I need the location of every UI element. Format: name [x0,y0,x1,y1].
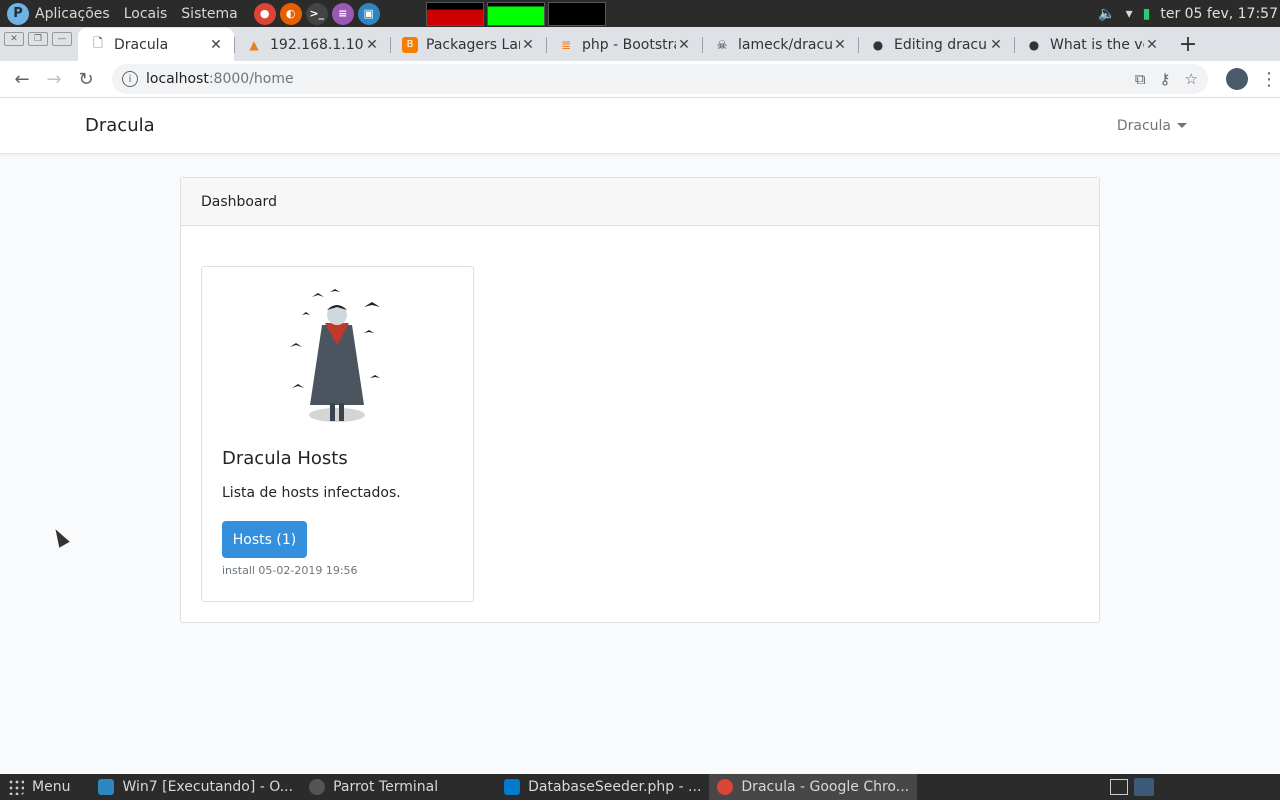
hosts-card: Dracula Hosts Lista de hosts infectados.… [201,266,474,602]
address-bar[interactable]: i localhost:8000/home ⧉ ⚷ ☆ [112,64,1208,94]
tab-dracula[interactable]: 🗋 Dracula ✕ [78,28,234,61]
wifi-icon[interactable]: ▾ [1126,6,1133,22]
system-top-bar: P Aplicações Locais Sistema ● ◐ >_ ≡ ▣ 🔈… [0,0,1280,27]
close-icon[interactable]: ✕ [520,37,536,53]
task-win7[interactable]: Win7 [Executando] - O... [90,774,301,800]
grid-icon [8,779,24,795]
parrot-logo-icon[interactable]: P [7,2,29,25]
card-text: Lista de hosts infectados. [222,485,401,501]
terminal-icon [309,779,326,795]
tab-label: php - Bootstra [582,36,676,53]
tab-packagers[interactable]: B Packagers Lar ✕ [390,28,546,61]
user-dropdown-label: Dracula [1116,117,1171,134]
vhost-icon: ▲ [249,37,259,52]
clock[interactable]: ter 05 fev, 17:57 [1160,6,1278,22]
keyboard-icon[interactable] [1110,779,1128,795]
star-icon[interactable]: ☆ [1185,70,1198,88]
vscode-icon [504,779,521,795]
tab-stackoverflow[interactable]: ≣ php - Bootstra ✕ [546,28,702,61]
taskbar-menu-label: Menu [32,779,71,795]
menu-aplicacoes[interactable]: Aplicações [35,6,110,22]
github-icon: ● [1028,37,1040,52]
task-label: Dracula - Google Chro... [741,779,910,795]
more-menu-icon[interactable]: ⋮ [1260,69,1278,90]
tab-label: 192.168.1.102 [270,36,364,53]
close-icon[interactable]: ✕ [676,37,692,53]
tab-label: What is the ve [1050,36,1144,53]
stackoverflow-icon: ≣ [560,37,572,52]
url-host: localhost [146,71,209,87]
new-tab-button[interactable]: + [1170,28,1206,61]
firefox-icon[interactable]: ◐ [279,2,302,25]
hosts-button[interactable]: Hosts (1) [222,521,307,558]
close-icon[interactable]: ✕ [832,37,848,53]
battery-icon[interactable]: ▮ [1143,6,1151,22]
reload-icon[interactable]: ↻ [70,63,102,95]
app-brand[interactable]: Dracula [85,115,155,136]
panel-title: Dashboard [181,178,1099,226]
install-date: install 05-02-2019 19:56 [222,564,358,577]
back-icon[interactable]: ← [6,63,38,95]
menu-sistema[interactable]: Sistema [181,6,237,22]
tab-label: Packagers Lar [426,36,520,53]
tab-github-what[interactable]: ● What is the ve ✕ [1014,28,1170,61]
cpu-graph [425,1,484,26]
browser-tab-strip: ✕ ❐ — 🗋 Dracula ✕ ▲ 192.168.1.102 ✕ B Pa… [0,27,1280,61]
memory-graph [486,1,545,26]
window-close-icon[interactable]: ✕ [4,32,24,46]
tab-label: lameck/dracul [738,36,832,53]
user-dropdown[interactable]: Dracula [1117,118,1187,134]
task-label: Parrot Terminal [333,779,439,795]
gitlab-icon: ☠ [716,37,728,52]
close-icon[interactable]: ✕ [988,37,1004,53]
taskbar-menu-button[interactable]: Menu [0,774,78,800]
tab-vhost[interactable]: ▲ 192.168.1.102 ✕ [234,28,390,61]
close-icon[interactable]: ✕ [364,37,380,53]
browser-toolbar: ← → ↻ i localhost:8000/home ⧉ ⚷ ☆ ⋮ [0,61,1280,98]
task-label: DatabaseSeeder.php - ... [528,779,702,795]
close-icon[interactable]: ✕ [1144,37,1160,53]
card-title: Dracula Hosts [222,448,348,469]
blogger-icon: B [402,36,418,53]
info-icon[interactable]: i [122,71,138,87]
translate-icon[interactable]: ⧉ [1135,70,1146,88]
key-icon[interactable]: ⚷ [1160,70,1171,88]
task-label: Win7 [Executando] - O... [122,779,294,795]
profile-avatar[interactable] [1226,68,1248,90]
web-page: Dracula Dracula Dashboard Dracula Hosts … [0,98,1280,774]
virtualbox-icon[interactable]: ▣ [357,2,380,25]
chrome-icon[interactable]: ● [253,2,276,25]
task-terminal[interactable]: Parrot Terminal [301,774,446,800]
app-navbar: Dracula Dracula [0,98,1280,154]
taskbar: Menu Win7 [Executando] - O... Parrot Ter… [0,774,1280,800]
text-editor-icon[interactable]: ≡ [331,2,354,25]
task-chrome[interactable]: Dracula - Google Chro... [709,774,918,800]
mouse-cursor [50,526,70,548]
task-vscode[interactable]: DatabaseSeeder.php - ... [496,774,709,800]
tab-github-edit[interactable]: ● Editing dracul ✕ [858,28,1014,61]
url-path: :8000/home [208,71,294,87]
terminal-icon[interactable]: >_ [305,2,328,25]
network-graph [547,1,606,26]
dashboard-panel: Dashboard Dracula Hosts Lista de hosts i… [180,177,1100,623]
tab-label: Editing dracul [894,36,988,53]
page-icon: 🗋 [93,36,103,50]
virtualbox-icon [98,779,115,795]
tab-gitlab[interactable]: ☠ lameck/dracul ✕ [702,28,858,61]
window-restore-icon[interactable]: ❐ [28,32,48,46]
window-minimize-icon[interactable]: — [52,32,72,46]
forward-icon[interactable]: → [38,63,70,95]
dracula-image [290,289,380,422]
chrome-icon [717,779,734,795]
volume-icon[interactable]: 🔈 [1098,6,1115,22]
menu-locais[interactable]: Locais [124,6,168,22]
caret-down-icon [1177,123,1187,128]
close-icon[interactable]: ✕ [208,37,224,53]
chrome-tray-icon[interactable] [1134,778,1154,796]
tab-label: Dracula [114,36,169,53]
github-icon: ● [872,37,884,52]
